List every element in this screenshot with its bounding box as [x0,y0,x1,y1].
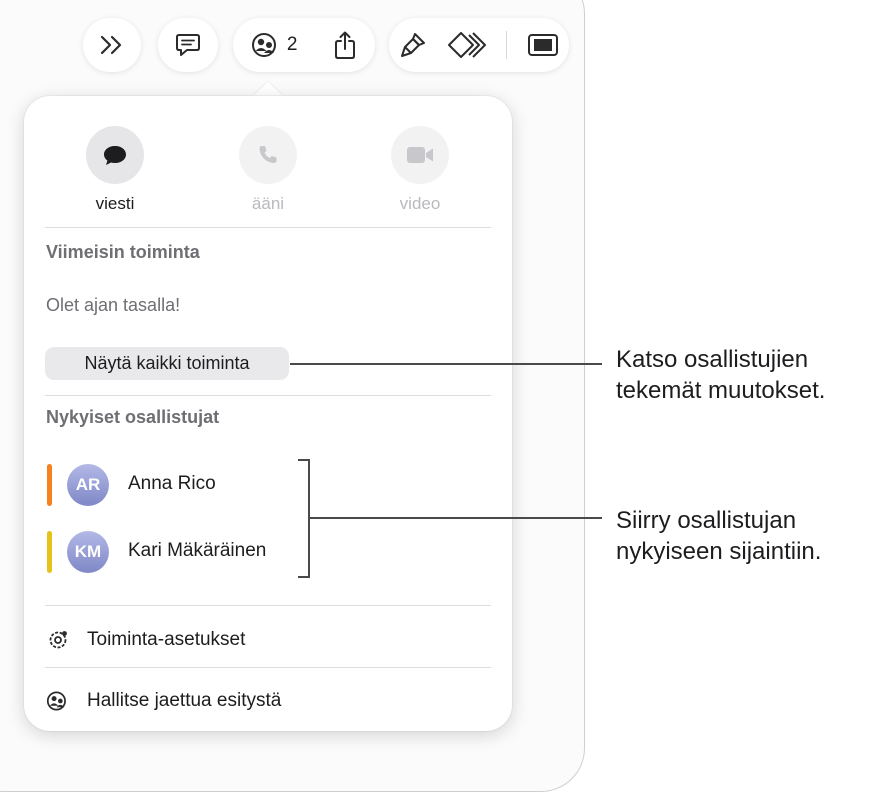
separator [45,605,491,606]
audio-button[interactable]: ääni [223,126,313,214]
callout-changes: Katso osallistujien tekemät muutokset. [616,344,825,406]
animate-icon [447,32,486,58]
separator [45,227,491,228]
document-icon [528,34,559,56]
separator [45,667,491,668]
animate-button[interactable] [447,18,487,72]
participant-color-bar [47,464,52,506]
participant-row[interactable]: AR Anna Rico [44,457,304,513]
video-icon [407,147,433,163]
toolbar-group-format [389,18,569,72]
share-icon [335,31,356,59]
message-icon [104,146,126,165]
document-button[interactable] [527,18,559,72]
format-button[interactable] [399,18,427,72]
toolbar-divider [506,31,508,59]
callout-leader-line [290,363,602,365]
audio-label: ääni [251,194,285,213]
callout-line: Siirry osallistujan [616,507,797,534]
toolbar-group-comment [158,18,218,72]
phone-icon [259,146,277,163]
participant-color-bar [47,531,52,573]
callout-leader-line [310,517,602,519]
participants-title: Nykyiset osallistujat [46,407,220,427]
format-brush-icon [400,33,425,57]
comment-button[interactable] [174,18,202,72]
participant-name: Kari Mäkäräinen [128,540,267,561]
participant-name: Anna Rico [128,473,216,494]
collaboration-icon [251,33,276,57]
popover-arrow [252,82,284,97]
activity-settings-label: Toiminta-asetukset [87,629,246,650]
share-button[interactable] [333,18,357,72]
participants-bracket [298,459,310,578]
callout-line: Katso osallistujien [616,346,809,373]
more-toolbar-button[interactable] [99,18,125,72]
toolbar-group-collab: 2 [233,18,375,72]
message-button[interactable]: viesti [70,126,160,214]
collaboration-popover: viesti ääni video Viimeisin toiminta Ole… [24,96,512,731]
participant-row[interactable]: KM Kari Mäkäräinen [44,524,304,580]
avatar: KM [67,531,109,573]
show-all-activity-button[interactable]: Näytä kaikki toiminta [45,347,289,380]
audio-circle [239,126,297,184]
avatar: AR [67,464,109,506]
recent-activity-title: Viimeisin toiminta [46,242,200,262]
message-circle [86,126,144,184]
activity-settings-item[interactable]: Toiminta-asetukset [46,625,486,655]
manage-shared-icon [46,689,70,713]
manage-shared-label: Hallitse jaettua esitystä [87,690,282,711]
collaboration-button[interactable]: 2 [251,18,298,72]
activity-status: Olet ajan tasalla! [46,295,181,315]
callout-line: nykyiseen sijaintiin. [616,538,822,565]
callout-location: Siirry osallistujan nykyiseen sijaintiin… [616,505,821,567]
video-button[interactable]: video [375,126,465,214]
video-label: video [399,194,441,213]
toolbar-group-more [83,18,141,72]
manage-shared-item[interactable]: Hallitse jaettua esitystä [46,686,486,716]
activity-settings-icon [46,628,70,652]
chevrons-right-icon [100,35,122,55]
separator [45,395,491,396]
message-label: viesti [95,194,135,213]
comment-icon [176,34,200,56]
callout-line: tekemät muutokset. [616,377,826,404]
video-circle [391,126,449,184]
collaborator-count: 2 [286,34,298,55]
